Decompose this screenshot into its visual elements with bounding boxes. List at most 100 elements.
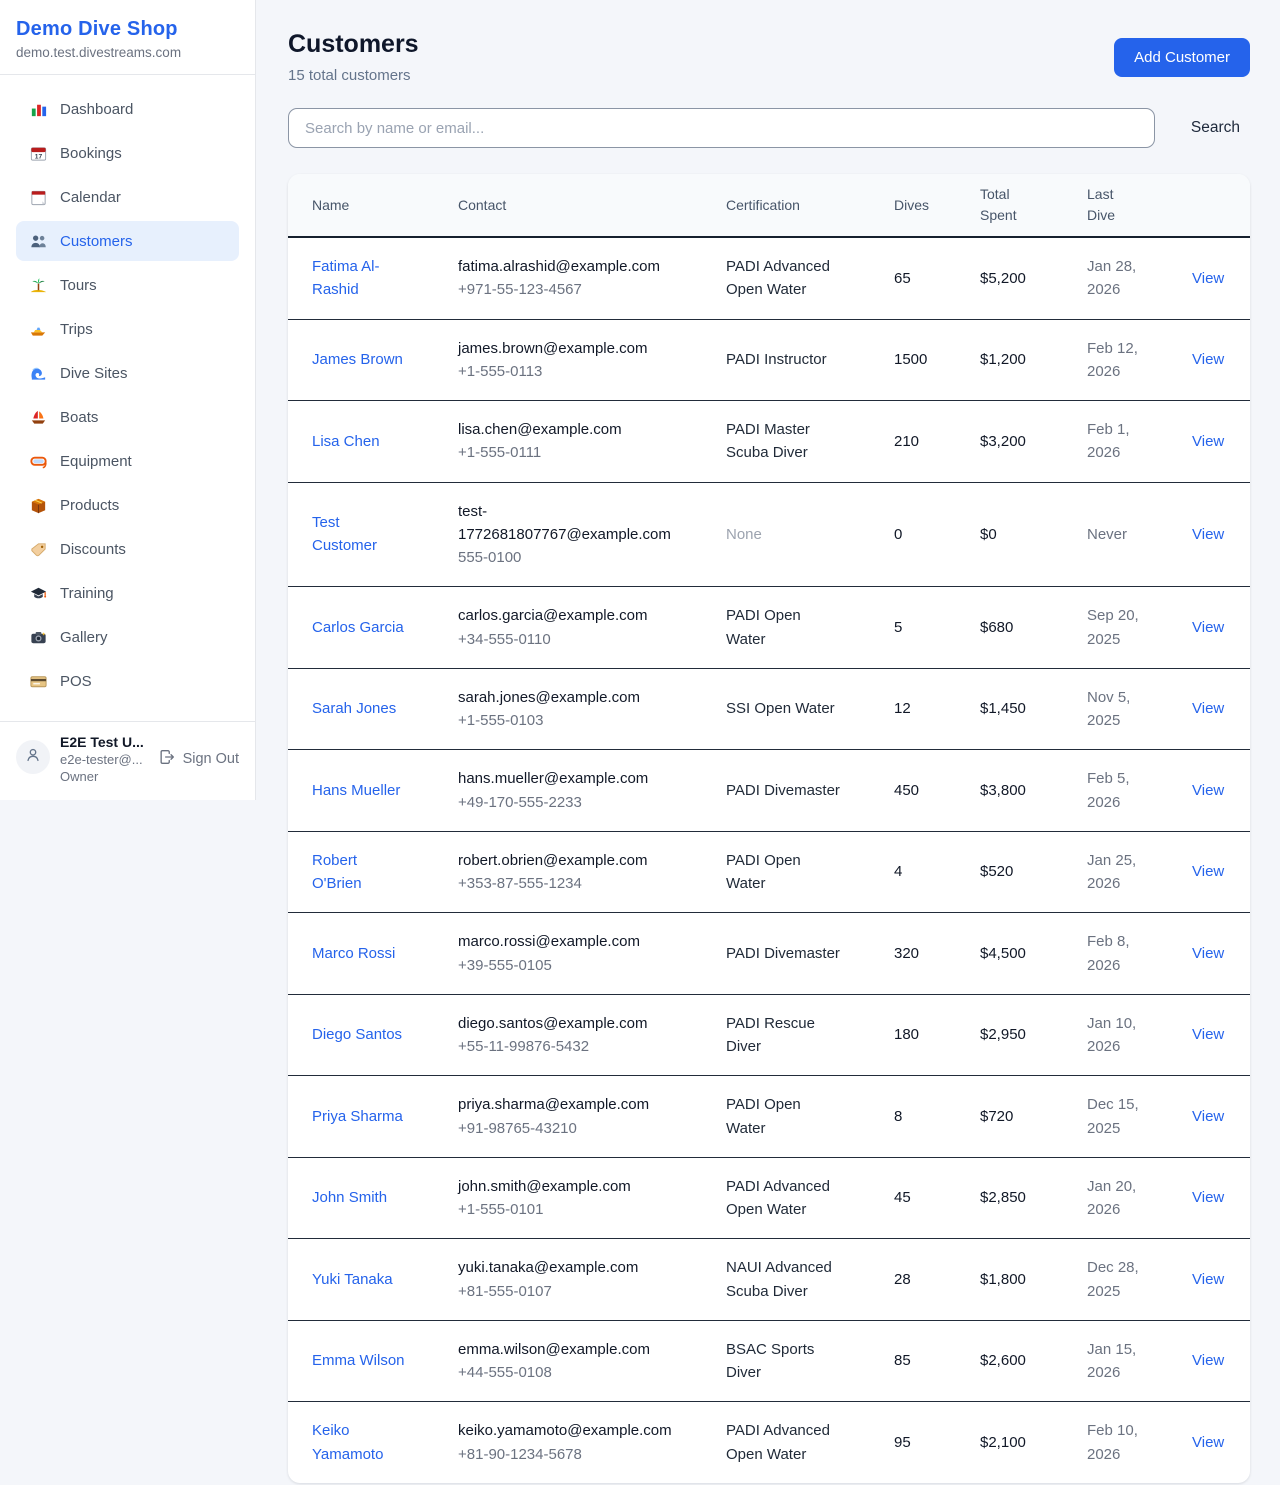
customer-certification: PADI Advanced Open Water (726, 1422, 830, 1462)
sidebar-item-products[interactable]: Products (16, 485, 239, 525)
view-customer-link[interactable]: View (1192, 1108, 1224, 1125)
sidebar-item-dive-sites[interactable]: Dive Sites (16, 353, 239, 393)
cell-total-spent: $2,950 (956, 994, 1063, 1076)
customer-name-link[interactable]: Yuki Tanaka (312, 1268, 393, 1291)
sidebar-item-calendar[interactable]: Calendar (16, 177, 239, 217)
sidebar-item-label: Gallery (60, 629, 108, 646)
cell-total-spent: $4,500 (956, 913, 1063, 995)
customer-email: john.smith@example.com (458, 1175, 672, 1198)
view-customer-link[interactable]: View (1192, 782, 1224, 799)
sidebar-item-equipment[interactable]: Equipment (16, 441, 239, 481)
view-customer-link[interactable]: View (1192, 1434, 1224, 1451)
sidebar-item-label: Equipment (60, 453, 132, 470)
view-customer-link[interactable]: View (1192, 1271, 1224, 1288)
cell-dives: 320 (870, 913, 956, 995)
cell-dives: 12 (870, 668, 956, 750)
sidebar-item-label: Bookings (60, 145, 122, 162)
sidebar-item-label: Trips (60, 321, 93, 338)
cell-total-spent: $520 (956, 831, 1063, 913)
user-avatar-icon (24, 746, 42, 769)
sidebar-item-pos[interactable]: POS (16, 661, 239, 701)
view-customer-link[interactable]: View (1192, 351, 1224, 368)
table-row: Emma Wilson emma.wilson@example.com +44-… (288, 1320, 1250, 1402)
cell-certification: PADI Rescue Diver (702, 994, 870, 1076)
customer-name-link[interactable]: Hans Mueller (312, 779, 400, 802)
table-row: Sarah Jones sarah.jones@example.com +1-5… (288, 668, 1250, 750)
sidebar-item-label: POS (60, 673, 92, 690)
customer-email: carlos.garcia@example.com (458, 604, 672, 627)
cell-name: Hans Mueller (288, 750, 434, 832)
sidebar-item-bookings[interactable]: 17 Bookings (16, 133, 239, 173)
view-customer-link[interactable]: View (1192, 270, 1224, 287)
view-customer-link[interactable]: View (1192, 863, 1224, 880)
customer-certification: BSAC Sports Diver (726, 1341, 814, 1381)
view-customer-link[interactable]: View (1192, 700, 1224, 717)
sidebar-item-boats[interactable]: Boats (16, 397, 239, 437)
cell-name: Marco Rossi (288, 913, 434, 995)
view-customer-link[interactable]: View (1192, 1189, 1224, 1206)
sidebar-item-discounts[interactable]: Discounts (16, 529, 239, 569)
sidebar-item-dashboard[interactable]: Dashboard (16, 89, 239, 129)
cell-action: View (1168, 482, 1250, 587)
cell-last-dive: Feb 5, 2026 (1063, 750, 1168, 832)
cell-total-spent: $720 (956, 1076, 1063, 1158)
user-email: e2e-tester@... (60, 752, 148, 767)
cell-name: Fatima Al-Rashid (288, 237, 434, 319)
cell-last-dive: Dec 15, 2025 (1063, 1076, 1168, 1158)
customer-name-link[interactable]: Emma Wilson (312, 1349, 405, 1372)
customer-name-link[interactable]: Keiko Yamamoto (312, 1419, 408, 1466)
cell-contact: test-1772681807767@example.com 555-0100 (434, 482, 702, 587)
cell-certification: None (702, 482, 870, 587)
table-row: John Smith john.smith@example.com +1-555… (288, 1157, 1250, 1239)
cell-action: View (1168, 401, 1250, 483)
page-title-block: Customers 15 total customers (288, 30, 419, 84)
view-customer-link[interactable]: View (1192, 433, 1224, 450)
sidebar-nav: Dashboard 17 Bookings Calendar Customers… (0, 75, 255, 721)
customer-name-link[interactable]: James Brown (312, 348, 403, 371)
sidebar-item-trips[interactable]: Trips (16, 309, 239, 349)
customer-name-link[interactable]: Carlos Garcia (312, 616, 404, 639)
cell-contact: diego.santos@example.com +55-11-99876-54… (434, 994, 702, 1076)
cell-contact: marco.rossi@example.com +39-555-0105 (434, 913, 702, 995)
sidebar-item-label: Dive Sites (60, 365, 128, 382)
view-customer-link[interactable]: View (1192, 945, 1224, 962)
bookings-calendar-icon: 17 (28, 143, 48, 163)
view-customer-link[interactable]: View (1192, 1026, 1224, 1043)
customer-phone: +1-555-0111 (458, 441, 672, 464)
sidebar-item-tours[interactable]: Tours (16, 265, 239, 305)
sidebar-item-customers[interactable]: Customers (16, 221, 239, 261)
customer-certification: PADI Open Water (726, 607, 801, 647)
customer-name-link[interactable]: Priya Sharma (312, 1105, 403, 1128)
view-customer-link[interactable]: View (1192, 526, 1224, 543)
customer-name-link[interactable]: Sarah Jones (312, 697, 396, 720)
view-customer-link[interactable]: View (1192, 1352, 1224, 1369)
customer-email: diego.santos@example.com (458, 1012, 672, 1035)
cell-contact: carlos.garcia@example.com +34-555-0110 (434, 587, 702, 669)
search-button[interactable]: Search (1181, 111, 1250, 145)
customer-name-link[interactable]: Lisa Chen (312, 430, 380, 453)
sign-out-button[interactable]: Sign Out (158, 748, 239, 770)
customer-name-link[interactable]: Fatima Al-Rashid (312, 255, 408, 302)
cell-last-dive: Nov 5, 2025 (1063, 668, 1168, 750)
cell-contact: james.brown@example.com +1-555-0113 (434, 319, 702, 401)
cell-certification: BSAC Sports Diver (702, 1320, 870, 1402)
sidebar-item-training[interactable]: Training (16, 573, 239, 613)
cell-last-dive: Dec 28, 2025 (1063, 1239, 1168, 1321)
cell-name: Sarah Jones (288, 668, 434, 750)
customer-name-link[interactable]: Marco Rossi (312, 942, 395, 965)
customer-name-link[interactable]: Test Customer (312, 511, 408, 558)
table-row: Fatima Al-Rashid fatima.alrashid@example… (288, 237, 1250, 319)
table-row: Yuki Tanaka yuki.tanaka@example.com +81-… (288, 1239, 1250, 1321)
customer-phone: +55-11-99876-5432 (458, 1035, 672, 1058)
col-header-total-spent: Total Spent (956, 174, 1063, 237)
search-input[interactable] (288, 108, 1155, 148)
customer-name-link[interactable]: Robert O'Brien (312, 849, 408, 896)
view-customer-link[interactable]: View (1192, 619, 1224, 636)
customer-name-link[interactable]: John Smith (312, 1186, 387, 1209)
customer-name-link[interactable]: Diego Santos (312, 1023, 402, 1046)
sidebar-item-label: Customers (60, 233, 133, 250)
col-header-last-dive: Last Dive (1063, 174, 1168, 237)
sidebar-item-gallery[interactable]: Gallery (16, 617, 239, 657)
add-customer-button[interactable]: Add Customer (1114, 38, 1250, 77)
cell-dives: 65 (870, 237, 956, 319)
